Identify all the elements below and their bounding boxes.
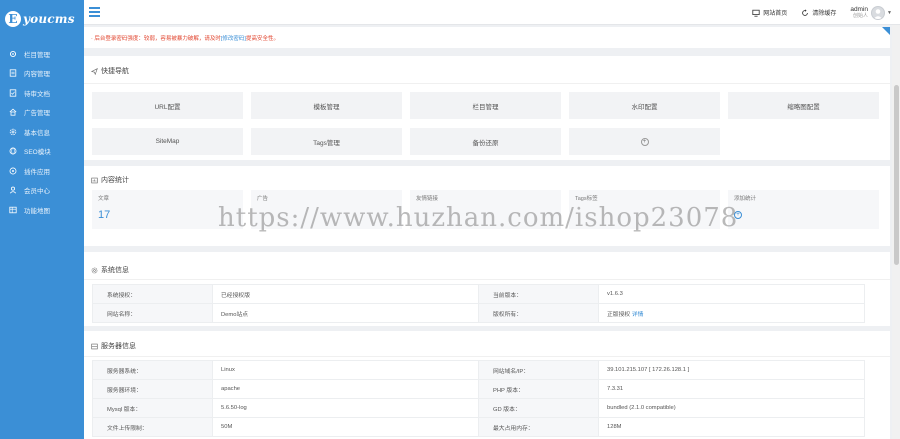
sidebar-item-label: 栏目管理 xyxy=(24,51,50,59)
sidebar-item-label: 内容管理 xyxy=(24,71,50,79)
system-info-title: 系统信息 xyxy=(91,265,129,275)
chevron-down-icon[interactable]: ▼ xyxy=(887,10,892,16)
plugin-icon xyxy=(9,167,17,175)
system-info-card: 系统信息 系统授权： 已经授权版 当前版本： v1.6.3 网站名称： Demo… xyxy=(84,252,890,326)
page-scrollbar[interactable] xyxy=(892,25,900,439)
header-actions: 网站首页 清除缓存 admin 创始人 ▼ xyxy=(752,0,892,25)
sidebar-item-content[interactable]: 内容管理 xyxy=(0,64,84,84)
send-icon xyxy=(91,67,98,75)
table-row: 系统授权： 已经授权版 当前版本： v1.6.3 xyxy=(92,284,865,304)
stat-links[interactable]: 友情链接 xyxy=(410,190,561,229)
sidebar-item-ads[interactable]: 广告管理 xyxy=(0,103,84,123)
sidebar-item-members[interactable]: 会员中心 xyxy=(0,181,84,201)
logo[interactable]: E youcms xyxy=(0,0,84,38)
sidebar-item-label: SEO模块 xyxy=(24,149,51,157)
globe-icon xyxy=(9,147,17,155)
sidebar-item-basic[interactable]: 基本信息 xyxy=(0,122,84,142)
quick-url-config[interactable]: URL配置 xyxy=(92,92,243,119)
change-password-link[interactable]: [修改密码] xyxy=(221,34,246,42)
settings-icon xyxy=(9,128,17,136)
sidebar-item-label: 功能地图 xyxy=(24,207,50,215)
table-row: 网站名称： Demo站点 版权所有： 正版授权 详情 xyxy=(92,303,865,323)
file-check-icon xyxy=(9,89,17,97)
server-info-card: 服务器信息 服务器系统： Linux 网站域名/IP： 39.101.215.1… xyxy=(84,331,890,439)
quick-category[interactable]: 栏目管理 xyxy=(410,92,561,119)
server-info-table: 服务器系统： Linux 网站域名/IP： 39.101.215.107 [ 1… xyxy=(92,360,865,437)
site-home-link[interactable]: 网站首页 xyxy=(752,8,787,17)
sidebar-item-label: 广告管理 xyxy=(24,110,50,118)
notice-suffix: 提高安全性。 xyxy=(245,35,279,42)
quick-watermark[interactable]: 水印配置 xyxy=(569,92,720,119)
quick-sitemap[interactable]: SiteMap xyxy=(92,128,243,155)
chart-icon xyxy=(91,177,98,183)
table-row: 文件上传限制： 50M 最大占用内存： 128M xyxy=(92,417,865,437)
server-info-title: 服务器信息 xyxy=(91,341,136,351)
table-row: Mysql 版本： 5.6.50-log GD 版本： bundled (2.1… xyxy=(92,398,865,418)
notice-text: · 后台登录密码强度：较弱，容易被暴力破解，请及时 xyxy=(91,35,221,42)
top-header: 网站首页 清除缓存 admin 创始人 ▼ xyxy=(84,0,900,25)
gear-icon xyxy=(91,267,98,273)
document-icon xyxy=(9,69,17,77)
table-row: 服务器环境： apache PHP 版本： 7.3.31 xyxy=(92,379,865,399)
security-notice: · 后台登录密码强度：较弱，容易被暴力破解，请及时 [修改密码] 提高安全性。 xyxy=(84,27,890,48)
clear-cache-link[interactable]: 清除缓存 xyxy=(801,8,836,17)
gear-icon xyxy=(9,50,17,58)
sidebar-item-label: 待审文档 xyxy=(24,90,50,98)
quick-thumbnail[interactable]: 缩略图配置 xyxy=(728,92,879,119)
avatar[interactable] xyxy=(871,5,886,20)
user-icon xyxy=(9,186,17,194)
sidebar-item-label: 基本信息 xyxy=(24,129,50,137)
stat-tags[interactable]: Tags标签 xyxy=(569,190,720,229)
quick-add-button[interactable]: + xyxy=(569,128,720,155)
stat-add[interactable]: 添加统计 + xyxy=(728,190,879,229)
plus-circle-icon: + xyxy=(734,211,742,219)
quick-nav-card: 快捷导航 URL配置 模板管理 栏目管理 水印配置 缩略图配置 SiteMap … xyxy=(84,56,890,160)
sidebar-item-seo[interactable]: SEO模块 xyxy=(0,142,84,162)
sidebar-item-category[interactable]: 栏目管理 xyxy=(0,44,84,64)
sidebar-item-plugins[interactable]: 插件应用 xyxy=(0,161,84,181)
sidebar: E youcms 栏目管理 内容管理 待审文档 广告管理 基本信息 SEO模块 xyxy=(0,0,84,439)
table-row: 服务器系统： Linux 网站域名/IP： 39.101.215.107 [ 1… xyxy=(92,360,865,380)
sidebar-item-label: 会员中心 xyxy=(24,188,50,196)
sidebar-nav: 栏目管理 内容管理 待审文档 广告管理 基本信息 SEO模块 插件应用 会员中心… xyxy=(0,44,84,220)
quick-backup[interactable]: 备份还原 xyxy=(410,128,561,155)
menu-toggle-icon[interactable] xyxy=(89,7,100,17)
stat-value: 17 xyxy=(98,209,111,221)
quick-tags[interactable]: Tags管理 xyxy=(251,128,402,155)
logo-mark: E xyxy=(5,11,21,27)
corner-flag-icon xyxy=(882,27,890,35)
stat-ads[interactable]: 广告 xyxy=(251,190,402,229)
refresh-icon xyxy=(802,8,809,16)
map-icon xyxy=(9,206,17,214)
scrollbar-thumb[interactable] xyxy=(894,85,899,265)
quick-nav-grid: URL配置 模板管理 栏目管理 水印配置 缩略图配置 SiteMap Tags管… xyxy=(92,92,879,155)
sidebar-item-pending[interactable]: 待审文档 xyxy=(0,83,84,103)
content-stats-title: 内容统计 xyxy=(91,175,129,185)
home-icon xyxy=(9,108,17,116)
system-info-table: 系统授权： 已经授权版 当前版本： v1.6.3 网站名称： Demo站点 版权… xyxy=(92,284,865,323)
site-home-label: 网站首页 xyxy=(763,11,788,17)
monitor-icon xyxy=(752,9,760,17)
stat-articles[interactable]: 文章 17 xyxy=(92,190,243,229)
server-icon xyxy=(91,343,98,349)
sidebar-item-label: 插件应用 xyxy=(24,168,50,176)
username: admin xyxy=(850,5,869,13)
user-menu[interactable]: admin 创始人 ▼ xyxy=(850,5,892,20)
stats-grid: 文章 17 广告 友情链接 Tags标签 添加统计 + xyxy=(92,190,879,229)
sidebar-item-map[interactable]: 功能地图 xyxy=(0,200,84,220)
quick-template[interactable]: 模板管理 xyxy=(251,92,402,119)
license-detail-link[interactable]: 详情 xyxy=(632,312,644,318)
plus-circle-icon: + xyxy=(640,137,649,146)
logo-text: youcms xyxy=(23,12,75,26)
user-role: 创始人 xyxy=(853,12,869,19)
quick-nav-title: 快捷导航 xyxy=(91,66,129,76)
clear-cache-label: 清除缓存 xyxy=(812,11,837,17)
content-stats-card: 内容统计 文章 17 广告 友情链接 Tags标签 添加统计 + xyxy=(84,166,890,246)
